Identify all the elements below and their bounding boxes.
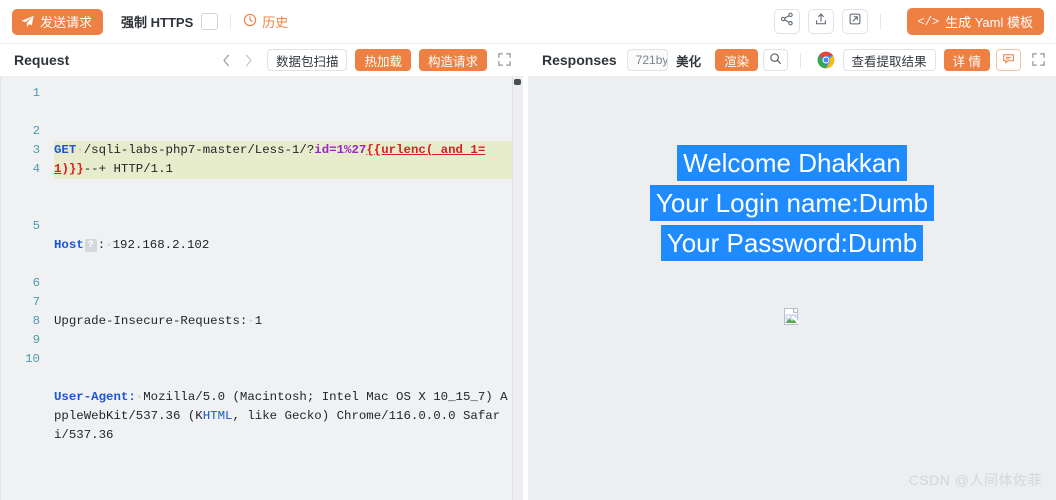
toolbar-divider bbox=[230, 14, 232, 29]
chevron-right-icon[interactable] bbox=[239, 50, 259, 70]
line-number: 8 bbox=[32, 314, 40, 328]
header-ua-key: User-Agent: bbox=[54, 390, 136, 404]
header-host-key: Host bbox=[54, 238, 84, 252]
line-number: 3 bbox=[32, 143, 40, 157]
header-ua-html-token: HTML bbox=[202, 409, 233, 423]
render-button[interactable]: 渲染 bbox=[715, 49, 759, 71]
request-editor-scrollbar[interactable] bbox=[512, 77, 523, 500]
packet-scan-button[interactable]: 数据包扫描 bbox=[266, 49, 348, 71]
response-render-area[interactable]: Welcome Dhakkan Your Login name:Dumb You… bbox=[528, 77, 1056, 500]
request-expand-icon[interactable] bbox=[497, 52, 513, 68]
line-number: 10 bbox=[25, 352, 40, 366]
line-number: 1 bbox=[32, 86, 40, 100]
detail-button[interactable]: 详 情 bbox=[943, 49, 990, 71]
line-number: 4 bbox=[32, 162, 40, 176]
beautify-button[interactable]: 美化 bbox=[670, 49, 707, 71]
chevron-left-icon[interactable] bbox=[217, 50, 237, 70]
send-request-button[interactable]: 发送请求 bbox=[12, 8, 104, 35]
response-panel-header: Responses 721bytes / 77 美化 渲染 bbox=[528, 44, 1056, 77]
force-https-label: 强制 HTTPS bbox=[121, 15, 194, 30]
request-scrollbar-thumb[interactable] bbox=[514, 79, 521, 85]
upload-icon bbox=[814, 12, 828, 31]
comment-icon bbox=[1002, 52, 1015, 68]
request-panel: Request 数据包扫描 热加载 构造请求 1 2 3 4 5 6 7 8 9… bbox=[0, 44, 523, 500]
top-toolbar: 发送请求 强制 HTTPS 历史 </> 生成 Yaml 模板 bbox=[0, 0, 1056, 44]
rendered-line-password-text: Your Password:Dumb bbox=[660, 225, 924, 261]
share-button[interactable] bbox=[773, 9, 800, 34]
host-hint-badge[interactable]: ? bbox=[84, 239, 97, 252]
request-line-numbers: 1 2 3 4 5 6 7 8 9 10 bbox=[0, 77, 48, 500]
history-button[interactable]: 历史 bbox=[243, 12, 288, 31]
response-panel: Responses 721bytes / 77 美化 渲染 bbox=[528, 44, 1056, 500]
response-expand-icon[interactable] bbox=[1031, 52, 1046, 68]
rendered-line-login: Your Login name:Dumb bbox=[528, 183, 1056, 223]
generate-yaml-button[interactable]: </> 生成 Yaml 模板 bbox=[906, 8, 1044, 35]
generate-yaml-label: 生成 Yaml 模板 bbox=[945, 15, 1033, 30]
hot-reload-button[interactable]: 热加载 bbox=[355, 49, 411, 71]
csdn-watermark: CSDN @人间体佐菲 bbox=[908, 472, 1042, 488]
rendered-line-password: Your Password:Dumb bbox=[528, 223, 1056, 263]
line-number: 6 bbox=[32, 276, 40, 290]
injection-close: )}} bbox=[61, 162, 84, 176]
build-request-button[interactable]: 构造请求 bbox=[418, 49, 487, 71]
paper-plane-icon bbox=[21, 15, 34, 28]
rendered-line-welcome-text: Welcome Dhakkan bbox=[677, 145, 907, 181]
panes-container: Request 数据包扫描 热加载 构造请求 1 2 3 4 5 6 7 8 9… bbox=[0, 44, 1056, 500]
request-line-2: Host?:·192.168.2.102 bbox=[54, 238, 210, 252]
request-panel-header: Request 数据包扫描 热加载 构造请求 bbox=[0, 44, 523, 77]
http-param: id=1%27 bbox=[314, 143, 367, 157]
clock-icon bbox=[243, 13, 257, 30]
search-icon bbox=[769, 52, 782, 68]
injection-open: {{urlenc( bbox=[366, 143, 434, 157]
code-tag-icon: </> bbox=[917, 14, 940, 29]
header-uir-key: Upgrade-Insecure-Requests: bbox=[54, 314, 248, 328]
toolbar-divider-2 bbox=[879, 14, 881, 29]
request-editor[interactable]: 1 2 3 4 5 6 7 8 9 10 GET·/sqli-labs-php7… bbox=[0, 77, 523, 500]
export-button[interactable] bbox=[841, 9, 868, 34]
line-number: 7 bbox=[32, 295, 40, 309]
http-version: --+ HTTP/1.1 bbox=[83, 162, 173, 176]
upload-button[interactable] bbox=[807, 9, 834, 34]
request-line-1: GET·/sqli-labs-php7-master/Less-1/?id=1%… bbox=[54, 141, 513, 179]
header-uir-value: 1 bbox=[254, 314, 263, 328]
view-extract-result-button[interactable]: 查看提取结果 bbox=[842, 49, 936, 71]
header-host-value: 192.168.2.102 bbox=[112, 238, 210, 252]
response-panel-title: Responses bbox=[542, 52, 617, 68]
line-number: 5 bbox=[32, 219, 40, 233]
comment-button[interactable] bbox=[996, 49, 1021, 71]
request-panel-title: Request bbox=[14, 52, 70, 68]
rendered-line-login-text: Your Login name:Dumb bbox=[649, 185, 935, 221]
force-https-checkbox[interactable] bbox=[201, 13, 219, 30]
response-search-button[interactable] bbox=[763, 49, 789, 71]
export-icon bbox=[848, 12, 862, 31]
broken-image-icon bbox=[782, 307, 802, 327]
app-root: 发送请求 强制 HTTPS 历史 </> 生成 Yaml 模板 Request … bbox=[0, 0, 1056, 500]
line-number: 2 bbox=[32, 124, 40, 138]
rendered-line-welcome: Welcome Dhakkan bbox=[528, 143, 1056, 183]
send-request-label: 发送请求 bbox=[40, 15, 93, 30]
history-label: 历史 bbox=[262, 15, 289, 30]
rendered-html-output: Welcome Dhakkan Your Login name:Dumb You… bbox=[528, 77, 1056, 500]
line-number: 9 bbox=[32, 333, 40, 347]
http-path: /sqli-labs-php7-master/Less-1/? bbox=[83, 143, 315, 157]
request-nav-arrows bbox=[217, 50, 259, 70]
request-line-3: Upgrade-Insecure-Requests:·1 bbox=[54, 314, 263, 328]
request-code-content[interactable]: GET·/sqli-labs-php7-master/Less-1/?id=1%… bbox=[48, 77, 523, 500]
http-method: GET bbox=[54, 143, 77, 157]
response-size-counter: 721bytes / 77 bbox=[626, 49, 669, 71]
share-icon bbox=[780, 12, 794, 31]
request-line-4: User-Agent:·Mozilla/5.0 (Macintosh; Inte… bbox=[54, 390, 508, 442]
chrome-browser-icon[interactable] bbox=[817, 51, 835, 69]
